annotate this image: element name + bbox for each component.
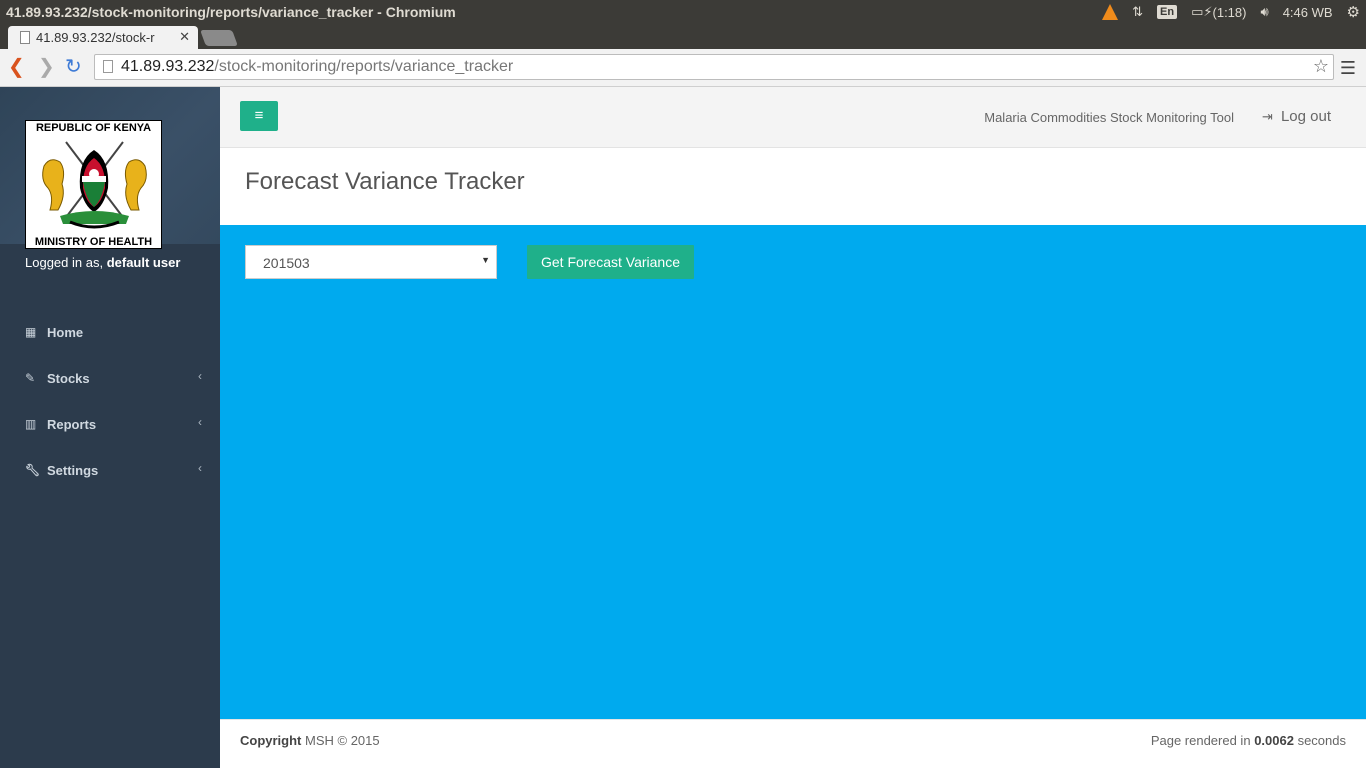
period-select[interactable]: 201503 ▼ (245, 245, 497, 279)
render-time-prefix: Page rendered in (1150, 733, 1251, 748)
forward-arrow-icon[interactable]: ❯ (38, 57, 55, 77)
volume-icon[interactable]: 🔊︎ (1260, 4, 1268, 20)
logged-in-text: Logged in as, default user (25, 255, 180, 270)
url-host: 41.89.93.232 (121, 58, 215, 75)
battery-indicator[interactable]: ▭⚡ (1:18) (1191, 4, 1246, 20)
dropdown-caret-icon: ▼ (481, 255, 490, 265)
get-forecast-variance-button[interactable]: Get Forecast Variance (527, 245, 694, 279)
render-time-suffix: seconds (1297, 733, 1346, 748)
content-header: Forecast Variance Tracker (220, 148, 1366, 225)
sidebar: REPUBLIC OF KENYA MINISTRY OF HEALTH Log… (0, 87, 220, 768)
sidebar-item-label: Stocks (47, 370, 90, 386)
reload-icon[interactable]: ↻ (65, 57, 82, 77)
sidebar-item-reports[interactable]: ▥ Reports ‹ (0, 401, 220, 447)
page-title: Forecast Variance Tracker (245, 168, 525, 195)
battery-time: (1:18) (1212, 4, 1247, 20)
logged-in-prefix: Logged in as, (25, 255, 104, 270)
bar-chart-icon: ▥ (25, 417, 37, 431)
vlc-icon[interactable] (1102, 4, 1119, 20)
browser-tab[interactable]: 41.89.93.232/stock-r ✕ (8, 26, 198, 49)
back-arrow-icon[interactable]: ❮ (8, 57, 25, 77)
os-top-panel: 41.89.93.232/stock-monitoring/reports/va… (0, 0, 1366, 24)
top-navbar: ≡ Malaria Commodities Stock Monitoring T… (220, 87, 1366, 148)
address-bar[interactable]: 41.89.93.232/stock-monitoring/reports/va… (94, 54, 1334, 80)
system-tray: ⇅ En ▭⚡ (1:18) 🔊︎ 4:46 WB ⚙ (1102, 0, 1366, 24)
sidebar-item-settings[interactable]: 🔧︎ Settings ‹ (0, 447, 220, 493)
logo-top-text: REPUBLIC OF KENYA (35, 122, 152, 134)
page-info-icon[interactable] (103, 60, 113, 73)
browser-toolbar: ❮ ❯ ↻ 41.89.93.232/stock-monitoring/repo… (0, 49, 1366, 87)
chevron-left-icon: ‹ (198, 461, 202, 475)
chevron-left-icon: ‹ (198, 415, 202, 429)
edit-icon: ✎ (25, 371, 36, 385)
render-time: Page rendered in 0.0062 seconds (1151, 733, 1346, 748)
logout-label: Log out (1280, 108, 1331, 125)
user-name: default user (106, 255, 181, 270)
bookmark-star-icon[interactable]: ☆ (1313, 56, 1329, 77)
logo-bottom-text: MINISTRY OF HEALTH (34, 236, 153, 248)
url-path: /stock-monitoring/reports/variance_track… (214, 58, 514, 75)
tab-title: 41.89.93.232/stock-r (36, 30, 155, 45)
sign-out-icon: ⇥ (1262, 109, 1273, 124)
page-icon (20, 31, 30, 44)
coat-of-arms-icon (42, 141, 147, 229)
window-title: 41.89.93.232/stock-monitoring/reports/va… (6, 4, 456, 20)
tab-close-icon[interactable]: ✕ (179, 29, 190, 45)
sidebar-item-stocks[interactable]: ✎ Stocks ‹ (0, 355, 220, 401)
wrench-icon: 🔧︎ (25, 463, 41, 477)
network-icon[interactable]: ⇅ (1132, 4, 1143, 20)
session-gear-icon[interactable]: ⚙ (1347, 3, 1360, 21)
copyright: Copyright MSH © 2015 (240, 733, 380, 748)
main-content: 201503 ▼ Get Forecast Variance (220, 225, 1366, 719)
battery-icon: ▭⚡ (1191, 4, 1213, 19)
logout-link[interactable]: ⇥ Log out (1262, 108, 1331, 125)
ministry-logo: REPUBLIC OF KENYA MINISTRY OF HEALTH (25, 120, 162, 249)
sidebar-item-label: Reports (47, 416, 97, 432)
clock[interactable]: 4:46 WB (1283, 5, 1333, 20)
hamburger-icon: ≡ (254, 107, 264, 124)
footer: Copyright MSH © 2015 Page rendered in 0.… (220, 719, 1366, 768)
new-tab-button[interactable] (200, 30, 238, 46)
render-time-value: 0.0062 (1254, 733, 1294, 748)
sidebar-item-label: Home (47, 324, 84, 340)
dashboard-icon: ▦ (25, 325, 37, 339)
sidebar-toggle-button[interactable]: ≡ (240, 101, 278, 131)
period-select-value: 201503 (263, 255, 310, 271)
browser-menu-icon[interactable]: ☰ (1340, 58, 1356, 79)
chevron-left-icon: ‹ (198, 369, 202, 383)
keyboard-layout-indicator[interactable]: En (1157, 5, 1178, 19)
sidebar-item-home[interactable]: ▦ Home (0, 309, 220, 355)
browser-tab-strip: 41.89.93.232/stock-r ✕ (0, 24, 1366, 49)
copyright-label: Copyright (240, 733, 302, 748)
sidebar-item-label: Settings (47, 462, 99, 478)
copyright-text: MSH © 2015 (305, 733, 380, 748)
app-name: Malaria Commodities Stock Monitoring Too… (984, 110, 1234, 125)
sidebar-nav: ▦ Home ✎ Stocks ‹ ▥ Reports ‹ 🔧︎ Setting… (0, 309, 220, 493)
